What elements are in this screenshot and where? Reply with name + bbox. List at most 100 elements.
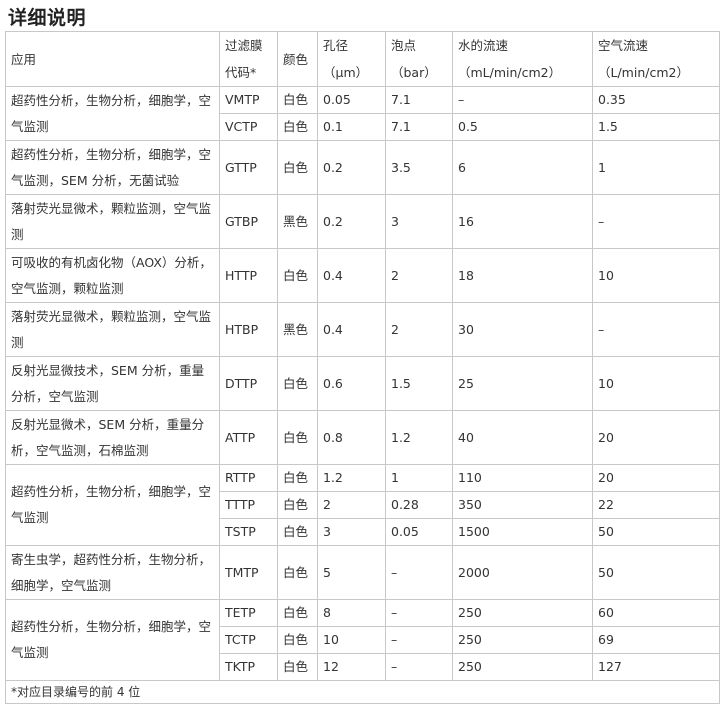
air-cell: 60 [592,599,720,627]
table-row: 落射荧光显微术，颗粒监测，空气监测 HTBP 黑色 0.4 2 30– [5,302,720,357]
footnote-row: *对应目录编号的前 4 位 [5,680,720,704]
pore-cell: 0.4 [317,248,386,303]
bubble-cell: 2 [385,302,453,357]
color-cell: 白色 [277,464,318,492]
color-cell: 白色 [277,626,318,654]
water-cell: 40 [452,410,593,465]
air-cell: – [592,302,720,357]
pore-cell: 0.4 [317,302,386,357]
air-cell: 1 [592,140,720,195]
spec-table: 应用 过滤膜代码* 颜色 孔径（μm） 泡点（bar） 水的流速（mL/min/… [5,31,720,704]
code-cell: TKTP [219,653,278,681]
header-color: 颜色 [277,31,318,87]
color-cell: 白色 [277,545,318,600]
pore-cell: 1.2 [317,464,386,492]
water-cell: – [452,86,593,114]
color-cell: 白色 [277,518,318,546]
application-cell: 寄生虫学，超药性分析，生物分析，细胞学，空气监测 [5,545,220,600]
water-cell: 2000 [452,545,593,600]
color-cell: 白色 [277,356,318,411]
spec-table-body: 应用 过滤膜代码* 颜色 孔径（μm） 泡点（bar） 水的流速（mL/min/… [5,31,720,704]
pore-cell: 0.2 [317,194,386,249]
air-cell: 69 [592,626,720,654]
table-row: 可吸收的有机卤化物（AOX）分析，空气监测，颗粒监测 HTTP 白色 0.4 2 18 10 [5,248,720,303]
bubble-cell: 7.1 [385,113,453,141]
water-cell: 250 [452,599,593,627]
table-row: 超药性分析，生物分析，细胞学，空气监测 TETP 白色 8–250 60 [5,599,720,681]
air-cell: 127 [592,653,720,681]
air-cell: 50 [592,518,720,546]
code-cell: HTTP [219,248,278,303]
air-cell: 10 [592,248,720,303]
bubble-cell: 3 [385,194,453,249]
bubble-cell: 0.28 [385,491,453,519]
header-water: 水的流速（mL/min/cm2） [452,31,593,87]
table-header-row: 应用 过滤膜代码* 颜色 孔径（μm） 泡点（bar） 水的流速（mL/min/… [5,31,720,87]
header-bubble: 泡点（bar） [385,31,453,87]
bubble-cell: 2 [385,248,453,303]
water-cell: 0.5 [452,113,593,141]
table-row: 超药性分析，生物分析，细胞学，空气监测，SEM 分析，无菌试验 GTTP 白色 0.2… [5,140,720,195]
bubble-cell: 1.5 [385,356,453,411]
bubble-cell: – [385,653,453,681]
code-cell: DTTP [219,356,278,411]
code-cell: TSTP [219,518,278,546]
color-cell: 白色 [277,653,318,681]
water-cell: 1500 [452,518,593,546]
application-cell: 超药性分析，生物分析，细胞学，空气监测 [5,464,220,546]
code-cell: VMTP [219,86,278,114]
air-cell: 50 [592,545,720,600]
air-cell: 10 [592,356,720,411]
water-cell: 25 [452,356,593,411]
section-title: 详细说明 [8,7,87,29]
bubble-cell: 1.2 [385,410,453,465]
application-cell: 超药性分析，生物分析，细胞学，空气监测 [5,599,220,681]
air-cell: 20 [592,464,720,492]
code-cell: TMTP [219,545,278,600]
code-cell: TCTP [219,626,278,654]
application-cell: 反射光显微术，SEM 分析，重量分析，空气监测，石棉监测 [5,410,220,465]
application-cell: 落射荧光显微术，颗粒监测，空气监测 [5,302,220,357]
bubble-cell: 3.5 [385,140,453,195]
bubble-cell: – [385,599,453,627]
color-cell: 白色 [277,599,318,627]
table-row: 超药性分析，生物分析，细胞学，空气监测 VMTP 白色 0.05 7.1–0.35 [5,86,720,141]
application-cell: 可吸收的有机卤化物（AOX）分析，空气监测，颗粒监测 [5,248,220,303]
code-cell: TETP [219,599,278,627]
water-cell: 350 [452,491,593,519]
bubble-cell: 7.1 [385,86,453,114]
code-cell: TTTP [219,491,278,519]
air-cell: 20 [592,410,720,465]
bubble-cell: – [385,626,453,654]
pore-cell: 3 [317,518,386,546]
code-cell: ATTP [219,410,278,465]
code-cell: GTBP [219,194,278,249]
header-air: 空气流速（L/min/cm2） [592,31,720,87]
pore-cell: 12 [317,653,386,681]
code-cell: GTTP [219,140,278,195]
pore-cell: 2 [317,491,386,519]
table-row: 寄生虫学，超药性分析，生物分析，细胞学，空气监测 TMTP 白色 5–2000 50 [5,545,720,600]
pore-cell: 10 [317,626,386,654]
code-cell: HTBP [219,302,278,357]
application-cell: 超药性分析，生物分析，细胞学，空气监测 [5,86,220,141]
water-cell: 30 [452,302,593,357]
footnote: *对应目录编号的前 4 位 [5,680,720,704]
pore-cell: 8 [317,599,386,627]
color-cell: 白色 [277,491,318,519]
pore-cell: 0.2 [317,140,386,195]
color-cell: 白色 [277,248,318,303]
bubble-cell: – [385,545,453,600]
water-cell: 110 [452,464,593,492]
color-cell: 黑色 [277,194,318,249]
color-cell: 黑色 [277,302,318,357]
air-cell: – [592,194,720,249]
code-cell: VCTP [219,113,278,141]
air-cell: 0.35 [592,86,720,114]
table-row: 反射光显微术，SEM 分析，重量分析，空气监测，石棉监测 ATTP 白色 0.8 1.2… [5,410,720,465]
water-cell: 18 [452,248,593,303]
water-cell: 250 [452,653,593,681]
application-cell: 超药性分析，生物分析，细胞学，空气监测，SEM 分析，无菌试验 [5,140,220,195]
water-cell: 6 [452,140,593,195]
header-pore: 孔径（μm） [317,31,386,87]
